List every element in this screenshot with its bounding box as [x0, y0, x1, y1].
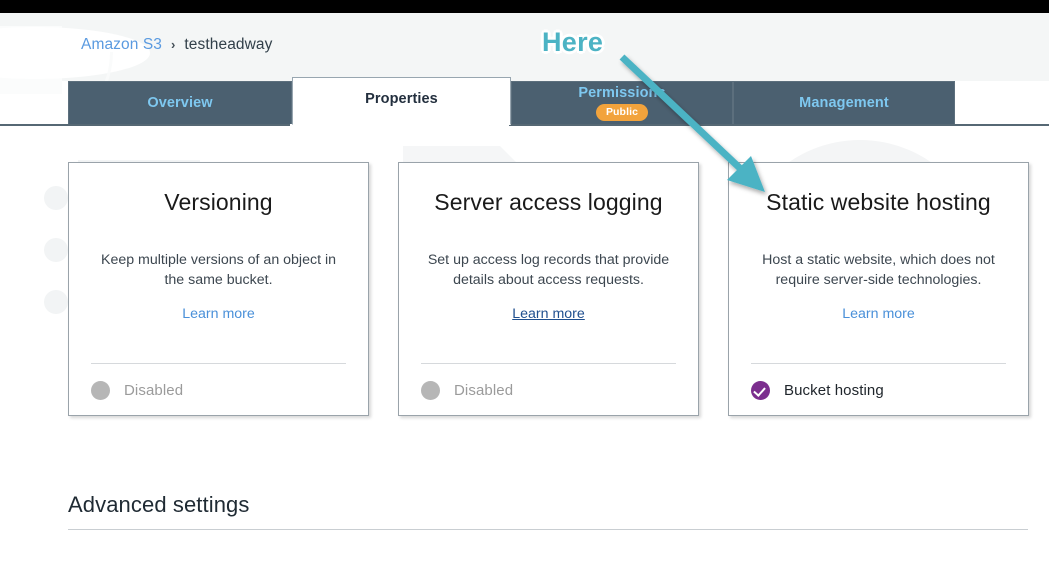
card-server-access-logging-title: Server access logging — [434, 189, 663, 215]
card-versioning-title: Versioning — [164, 189, 273, 215]
breadcrumb: Amazon S3 › testheadway — [81, 34, 273, 56]
bucket-tab-bar: Overview Properties Permissions Public M… — [68, 77, 955, 125]
tab-management[interactable]: Management — [733, 81, 955, 125]
card-server-access-logging-learn-more-link[interactable]: Learn more — [399, 306, 698, 322]
card-versioning-status-label: Disabled — [124, 382, 184, 399]
card-server-access-logging-status: Disabled — [421, 381, 513, 400]
skeleton-placeholder-dot — [44, 186, 68, 210]
tab-management-label: Management — [799, 95, 889, 112]
breadcrumb-separator-icon: › — [171, 36, 176, 52]
status-dot-icon — [421, 381, 440, 400]
card-static-website-hosting-status: Bucket hosting — [751, 381, 884, 400]
card-versioning-status: Disabled — [91, 381, 183, 400]
card-static-website-hosting-title: Static website hosting — [766, 189, 991, 215]
skeleton-placeholder-dot — [44, 290, 68, 314]
card-static-website-hosting[interactable]: Static website hosting Host a static web… — [728, 162, 1029, 416]
s3-bucket-properties-page: Amazon S3 › testheadway Overview Propert… — [0, 0, 1049, 561]
card-server-access-logging-description: Set up access log records that provide d… — [427, 252, 670, 289]
tab-overview-label: Overview — [147, 95, 213, 112]
card-versioning[interactable]: Versioning Keep multiple versions of an … — [68, 162, 369, 416]
breadcrumb-current-bucket: testheadway — [184, 36, 273, 53]
card-divider — [421, 363, 676, 364]
card-server-access-logging-status-label: Disabled — [454, 382, 514, 399]
skeleton-placeholder-dot — [44, 238, 68, 262]
tab-properties-label: Properties — [365, 91, 438, 108]
public-status-badge: Public — [595, 103, 649, 121]
tab-permissions-label: Permissions — [578, 85, 666, 101]
advanced-settings-divider — [68, 529, 1028, 530]
properties-content: Versioning Keep multiple versions of an … — [0, 126, 1049, 561]
card-versioning-description: Keep multiple versions of an object in t… — [100, 252, 336, 289]
tab-properties[interactable]: Properties — [292, 77, 511, 125]
advanced-settings-heading: Advanced settings — [68, 492, 250, 517]
top-black-bar — [0, 0, 1049, 13]
card-static-website-hosting-description: Host a static website, which does not re… — [762, 252, 995, 289]
check-circle-icon — [751, 381, 770, 400]
tab-permissions[interactable]: Permissions Public — [511, 81, 733, 125]
breadcrumb-link-amazon-s3[interactable]: Amazon S3 — [81, 36, 162, 54]
properties-card-grid: Versioning Keep multiple versions of an … — [68, 162, 1029, 418]
card-versioning-learn-more-link[interactable]: Learn more — [69, 306, 368, 322]
card-server-access-logging[interactable]: Server access logging Set up access log … — [398, 162, 699, 416]
card-static-website-hosting-learn-more-link[interactable]: Learn more — [729, 306, 1028, 322]
card-divider — [91, 363, 346, 364]
status-dot-icon — [91, 381, 110, 400]
card-static-website-hosting-status-label: Bucket hosting — [784, 382, 884, 399]
card-divider — [751, 363, 1006, 364]
tab-overview[interactable]: Overview — [68, 81, 292, 125]
